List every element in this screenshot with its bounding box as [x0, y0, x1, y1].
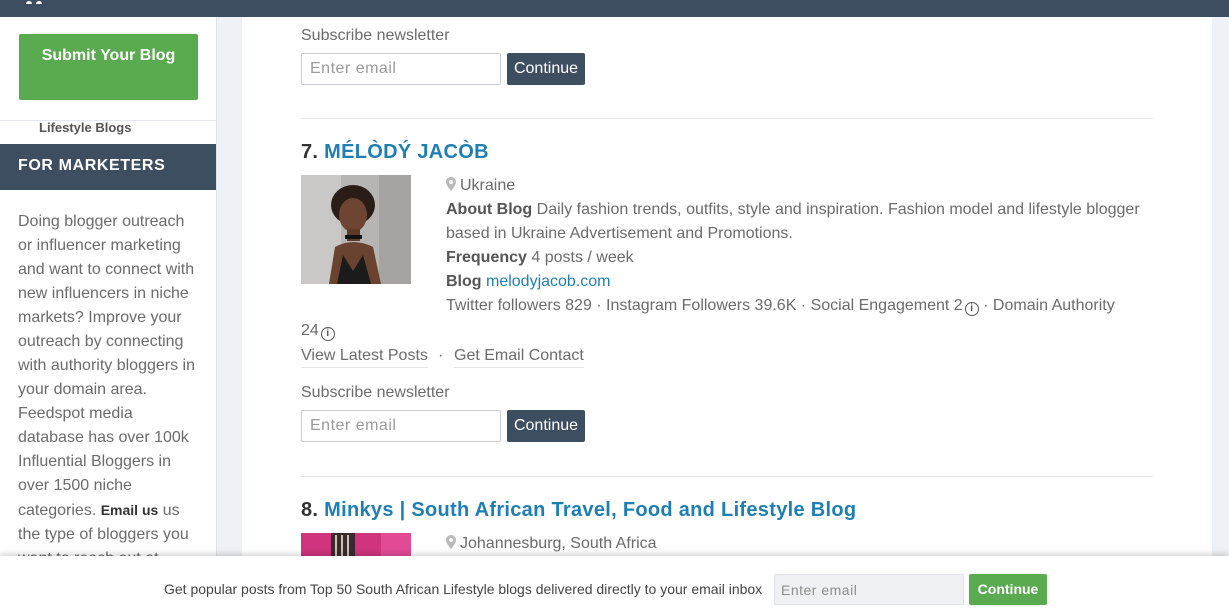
- top-header-bar: [0, 0, 1229, 17]
- frequency-row: Frequency 4 posts / week: [446, 246, 1146, 270]
- bottom-bar-continue-button[interactable]: Continue: [969, 574, 1047, 605]
- entry-number: 8.: [301, 499, 319, 521]
- entry-title: 7. MÉLÒDÝ JACÒB: [301, 141, 489, 164]
- location-row: Ukraine: [446, 174, 1146, 198]
- for-marketers-heading: FOR MARKETERS: [0, 144, 216, 190]
- location-pin-icon: [446, 177, 456, 191]
- subscribe-continue-button[interactable]: Continue: [507, 410, 585, 442]
- entry-divider: [301, 476, 1153, 477]
- about-text: Daily fashion trends, outfits, style and…: [446, 201, 1140, 242]
- header-logo-fragment[interactable]: [26, 0, 74, 4]
- for-marketers-text: Doing blogger outreach or influencer mar…: [18, 210, 200, 571]
- subscribe-email-input[interactable]: [301, 53, 501, 85]
- subscribe-email-input[interactable]: [301, 410, 501, 442]
- entry-title-link[interactable]: MÉLÒDÝ JACÒB: [324, 141, 489, 163]
- info-icon[interactable]: i: [964, 302, 979, 316]
- location-pin-icon: [446, 535, 456, 549]
- about-row: About Blog Daily fashion trends, outfits…: [446, 198, 1146, 246]
- blog-url-link[interactable]: melodyjacob.com: [486, 273, 611, 290]
- entry-details: Ukraine About Blog Daily fashion trends,…: [446, 174, 1146, 294]
- subscribe-label: Subscribe newsletter: [301, 384, 450, 401]
- sidebar-link-lifestyle-blogs[interactable]: Lifestyle Blogs: [39, 120, 131, 135]
- about-label: About Blog: [446, 201, 533, 218]
- entry-details: Johannesburg, South Africa: [446, 532, 1146, 556]
- bottom-bar-email-input[interactable]: [774, 574, 964, 605]
- subscribe-label: Subscribe newsletter: [301, 27, 450, 44]
- stats-row: Twitter followers 829 · Instagram Follow…: [446, 294, 1146, 318]
- blog-label: Blog: [446, 273, 482, 290]
- location-text: Ukraine: [460, 177, 516, 194]
- blog-row: Blog melodyjacob.com: [446, 270, 1146, 294]
- location-row: Johannesburg, South Africa: [446, 532, 1146, 556]
- frequency-value: 4 posts / week: [531, 249, 634, 266]
- entry-title-link[interactable]: Minkys | South African Travel, Food and …: [324, 499, 856, 521]
- bottom-bar-message: Get popular posts from Top 50 South Afri…: [164, 581, 763, 597]
- entry-number: 7.: [301, 141, 319, 163]
- email-us-link[interactable]: Email us: [101, 502, 159, 518]
- action-separator: ·: [438, 347, 444, 364]
- submit-your-blog-button[interactable]: Submit Your Blog: [19, 34, 198, 100]
- domain-authority-value: 24: [301, 322, 319, 339]
- stats-tail: · Domain Authority: [983, 297, 1115, 314]
- location-text: Johannesburg, South Africa: [460, 535, 657, 552]
- domain-authority-row: 24 i: [301, 319, 335, 343]
- marketers-paragraph: Doing blogger outreach or influencer mar…: [18, 213, 195, 519]
- blog-list-card: Subscribe newsletter Continue 7. MÉLÒDÝ …: [242, 17, 1212, 616]
- entry-title: 8. Minkys | South African Travel, Food a…: [301, 499, 856, 522]
- get-email-contact-link[interactable]: Get Email Contact: [454, 347, 584, 368]
- view-latest-posts-link[interactable]: View Latest Posts: [301, 347, 428, 368]
- frequency-label: Frequency: [446, 249, 527, 266]
- bottom-subscribe-bar: Get popular posts from Top 50 South Afri…: [0, 556, 1229, 616]
- sidebar: Submit Your Blog Lifestyle Blogs FOR MAR…: [0, 17, 217, 616]
- stats-text: Twitter followers 829 · Instagram Follow…: [446, 297, 963, 314]
- blog-thumbnail[interactable]: [301, 175, 411, 284]
- info-icon[interactable]: i: [320, 327, 335, 341]
- subscribe-continue-button[interactable]: Continue: [507, 53, 585, 85]
- entry-divider: [301, 118, 1153, 119]
